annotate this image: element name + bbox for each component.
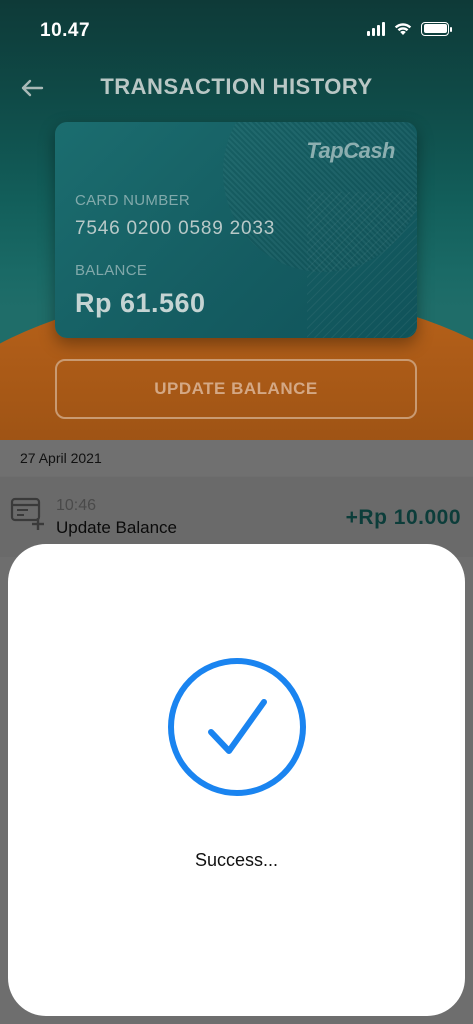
battery-icon <box>421 21 452 36</box>
transaction-amount: +Rp 10.000 <box>345 506 461 529</box>
header-background: 10.47 TRANSACTION HISTORY TapCash CARD N… <box>0 0 473 440</box>
screen: 10.47 TRANSACTION HISTORY TapCash CARD N… <box>0 0 473 1024</box>
success-dialog: Success... <box>8 544 465 1016</box>
status-icons <box>367 21 452 36</box>
card-stripes-decoration <box>307 192 417 338</box>
wifi-icon <box>394 23 412 35</box>
receipt-add-icon <box>10 497 44 530</box>
card-number: 7546 0200 0589 2033 <box>75 218 276 239</box>
tapcash-logo: TapCash <box>306 138 395 163</box>
status-bar: 10.47 <box>0 0 473 60</box>
transaction-label: Update Balance <box>56 518 177 537</box>
balance-value: Rp 61.560 <box>75 288 206 318</box>
status-time: 10.47 <box>40 20 91 41</box>
page-title: TRANSACTION HISTORY <box>100 74 373 99</box>
success-check-icon <box>168 658 306 796</box>
tapcash-card: TapCash CARD NUMBER 7546 0200 0589 2033 … <box>55 122 417 338</box>
update-balance-button[interactable]: UPDATE BALANCE <box>55 359 417 419</box>
transaction-time: 10:46 <box>56 497 97 514</box>
date-header: 27 April 2021 <box>0 440 473 476</box>
balance-label: BALANCE <box>75 262 148 279</box>
transaction-date: 27 April 2021 <box>20 450 102 466</box>
navigation-bar: TRANSACTION HISTORY <box>0 62 473 112</box>
card-number-label: CARD NUMBER <box>75 192 190 209</box>
cellular-signal-icon <box>367 21 385 36</box>
success-message: Success... <box>194 850 279 870</box>
